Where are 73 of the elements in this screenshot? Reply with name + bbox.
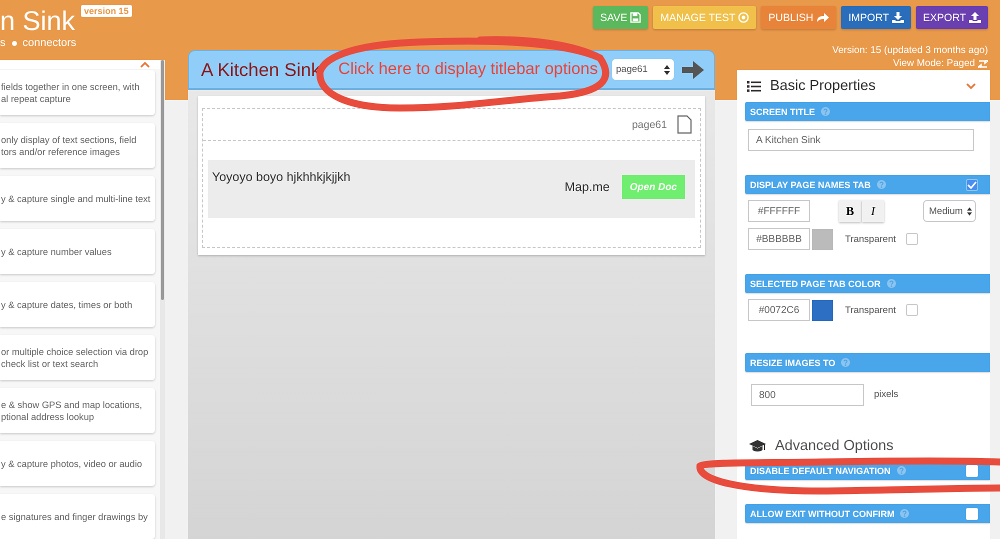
component-card[interactable]: y & capture number values [0,229,155,274]
color-field[interactable]: #FFFFFF [748,200,810,222]
component-description: fields together in one screen, with al repeat capture [0,80,140,104]
version-badge: version 15 [81,5,132,17]
updown-arrows-icon [664,64,670,74]
component-description: or multiple choice selection via drop check list or text search [0,346,148,370]
checkbox[interactable] [906,233,918,245]
color-field[interactable]: #BBBBBB [748,228,810,250]
upload-icon [969,12,981,23]
updown-arrows-icon [967,206,972,216]
content-text: Yoyoyo boyo hjkhhkjkjjkh [212,170,351,186]
help-icon [821,107,830,116]
next-arrow-icon[interactable] [682,60,704,78]
help-icon [876,180,886,189]
target-icon [738,12,750,23]
graduation-cap-icon [749,440,766,452]
transparent-label: Transparent [845,304,896,316]
help-icon [896,466,906,475]
save-icon [630,12,642,23]
italic-button[interactable]: I [862,200,884,222]
color-swatch[interactable] [812,300,833,320]
color-field[interactable]: #0072C6 [748,299,810,321]
color-swatch[interactable] [812,228,833,250]
section-label: DISPLAY PAGE NAMES TAB [750,180,871,190]
component-description: y & capture dates, times or both [0,298,132,310]
component-card[interactable]: y & capture dates, times or both [0,282,155,327]
caret-icon[interactable] [140,61,150,68]
component-description: y & capture number values [0,246,112,258]
component-card[interactable]: y & capture photos, video or audio [0,441,155,486]
version-info: Version: 15 (updated 3 months ago) [832,44,988,57]
component-card[interactable]: e & show GPS and map locations, ptional address lookup [0,388,155,433]
file-icon [677,115,692,134]
share-arrow-icon [816,12,830,23]
section-label: ALLOW EXIT WITHOUT CONFIRM [750,508,894,518]
page-label: page61 [632,118,667,130]
page-select[interactable]: page61 [612,59,674,80]
help-icon [841,358,850,367]
map-link[interactable]: Map.me [564,180,610,194]
component-description: y & capture photos, video or audio [0,458,142,470]
number-field[interactable]: 800 [751,384,864,406]
section-label: RESIZE IMAGES TO [750,358,836,368]
component-description: only display of text sections, field tors and/or reference images [0,134,136,158]
component-description: e & show GPS and map locations, ptional address lookup [0,398,142,422]
transparent-label: Transparent [845,234,896,244]
section-label: SCREEN TITLE [750,106,816,116]
scrollbar[interactable] [160,60,165,539]
text-field[interactable]: A Kitchen Sink [748,129,974,151]
component-card[interactable]: e signatures and finger drawings by [0,494,155,539]
checkbox[interactable] [966,178,978,190]
caret-icon[interactable] [966,82,976,90]
app-title: n Sink [0,7,76,35]
component-card[interactable]: only display of text sections, field tors and/or reference images [0,123,155,168]
component-description: e signatures and finger drawings by [0,510,148,522]
download-icon [892,12,904,23]
help-icon [900,509,910,518]
component-card[interactable]: or multiple choice selection via drop check list or text search [0,335,155,380]
upload-button[interactable]: EXPORT [916,6,988,29]
section-label: SELECTED PAGE TAB COLOR [750,278,881,288]
panel-title: Basic Properties [770,78,876,94]
download-button[interactable]: IMPORT [841,6,912,29]
component-card[interactable]: y & capture single and multi-line text [0,176,155,221]
section-label: DISABLE DEFAULT NAVIGATION [750,466,890,476]
repeat-icon[interactable] [978,60,988,68]
size-select[interactable]: Medium [923,200,976,222]
component-description: y & capture single and multi-line text [0,192,150,204]
section-title: Advanced Options [775,438,894,454]
list-icon [747,80,761,92]
bold-button[interactable]: B [839,200,861,222]
help-icon [886,279,896,288]
checkbox[interactable] [906,304,918,316]
separator-dot-icon [12,40,16,46]
unit-label: pixels [874,388,898,400]
component-card[interactable]: fields together in one screen, with al repeat capture [0,70,155,115]
